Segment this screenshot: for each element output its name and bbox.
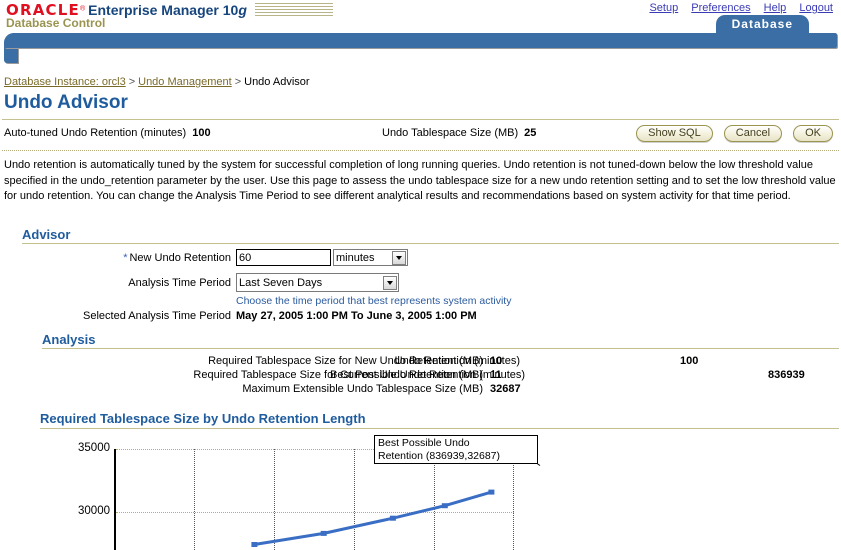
undo-retention-minutes-label: Undo Retention (minutes)	[330, 355, 520, 367]
undo-tablespace-size-label: Undo Tablespace Size (MB)	[382, 127, 518, 139]
chart-divider	[40, 428, 839, 429]
best-possible-retention-value: 836939	[768, 369, 805, 381]
global-links: Setup Preferences Help Logout	[639, 2, 833, 14]
breadcrumb-item-undo-management[interactable]: Undo Management	[138, 76, 232, 88]
advisor-divider	[22, 243, 839, 244]
y-axis-tick-label: 30000	[48, 505, 110, 517]
analysis-divider	[42, 348, 839, 349]
new-undo-retention-label-text: New Undo Retention	[129, 252, 231, 264]
analysis-time-period-hint: Choose the time period that best represe…	[236, 295, 511, 307]
breadcrumb: Database Instance: orcl3>Undo Management…	[4, 76, 310, 88]
header-banner	[4, 33, 837, 48]
analysis-section-heading: Analysis	[42, 332, 95, 347]
chart-plot-area	[114, 449, 512, 550]
callout-line-1: Best Possible Undo	[378, 437, 534, 450]
registered-trademark-icon: ®	[80, 5, 85, 12]
new-undo-retention-label: *New Undo Retention	[40, 252, 231, 264]
chart-section-heading: Required Tablespace Size by Undo Retenti…	[40, 411, 366, 426]
auto-tuned-undo-retention-value: 100	[192, 127, 210, 139]
summary-divider	[2, 150, 839, 151]
show-sql-button[interactable]: Show SQL	[636, 125, 713, 142]
action-button-row: Show SQL Cancel OK	[628, 125, 833, 142]
global-link-logout[interactable]: Logout	[799, 2, 833, 14]
cancel-button[interactable]: Cancel	[724, 125, 782, 142]
best-possible-retention-label: Best Possible Undo Retention (minutes)	[330, 369, 520, 381]
required-tablespace-chart: 35000 30000 Best Possible Undo Retention…	[0, 432, 841, 550]
global-link-setup[interactable]: Setup	[649, 2, 678, 14]
intro-paragraph: Undo retention is automatically tuned by…	[4, 158, 838, 205]
undo-retention-minutes-value: 100	[680, 355, 698, 367]
analysis-time-period-select[interactable]: Last Seven Days	[236, 273, 399, 292]
tab-strip: Database	[716, 15, 809, 33]
advisor-section-heading: Advisor	[22, 227, 70, 242]
undo-tablespace-size: Undo Tablespace Size (MB) 25	[382, 127, 536, 139]
selected-analysis-time-period-label: Selected Analysis Time Period	[20, 310, 231, 322]
analysis-time-period-label: Analysis Time Period	[40, 277, 231, 289]
max-extensible-size-label: Maximum Extensible Undo Tablespace Size …	[20, 383, 483, 395]
product-subtitle: Database Control	[6, 16, 105, 30]
max-extensible-size-value: 32687	[490, 383, 521, 395]
callout-line-2: Retention (836939,32687)	[378, 450, 534, 463]
global-link-preferences[interactable]: Preferences	[691, 2, 750, 14]
auto-tuned-undo-retention: Auto-tuned Undo Retention (minutes) 100	[4, 127, 211, 139]
selected-analysis-time-period-value: May 27, 2005 1:00 PM To June 3, 2005 1:0…	[236, 310, 477, 322]
tab-database[interactable]: Database	[716, 15, 809, 34]
decorative-stripes	[255, 3, 333, 16]
new-undo-retention-input[interactable]	[236, 249, 331, 266]
page-title: Undo Advisor	[4, 92, 128, 114]
breadcrumb-separator: >	[129, 76, 135, 88]
auto-tuned-undo-retention-label: Auto-tuned Undo Retention (minutes)	[4, 127, 186, 139]
breadcrumb-item-undo-advisor: Undo Advisor	[244, 76, 309, 88]
best-possible-retention-callout: Best Possible Undo Retention (836939,326…	[374, 435, 538, 464]
product-title: Enterprise Manager 10g	[88, 2, 247, 18]
required-field-icon: *	[123, 252, 127, 264]
global-link-help[interactable]: Help	[764, 2, 787, 14]
breadcrumb-item-database-instance[interactable]: Database Instance: orcl3	[4, 76, 126, 88]
chart-line-series	[116, 449, 514, 550]
analysis-time-period-wrapper[interactable]: Last Seven Days	[236, 273, 399, 292]
title-divider	[2, 119, 839, 120]
new-undo-retention-unit-select[interactable]: minutes	[333, 249, 408, 266]
y-axis-tick-label: 35000	[48, 442, 110, 454]
undo-tablespace-size-value: 25	[524, 127, 536, 139]
summary-bar: Auto-tuned Undo Retention (minutes) 100 U…	[0, 125, 841, 147]
breadcrumb-separator: >	[235, 76, 241, 88]
new-undo-retention-unit-wrapper[interactable]: minutes	[333, 249, 408, 266]
ok-button[interactable]: OK	[793, 125, 833, 142]
undo-advisor-page: ORACLE® Enterprise Manager 10g Database …	[0, 0, 841, 550]
